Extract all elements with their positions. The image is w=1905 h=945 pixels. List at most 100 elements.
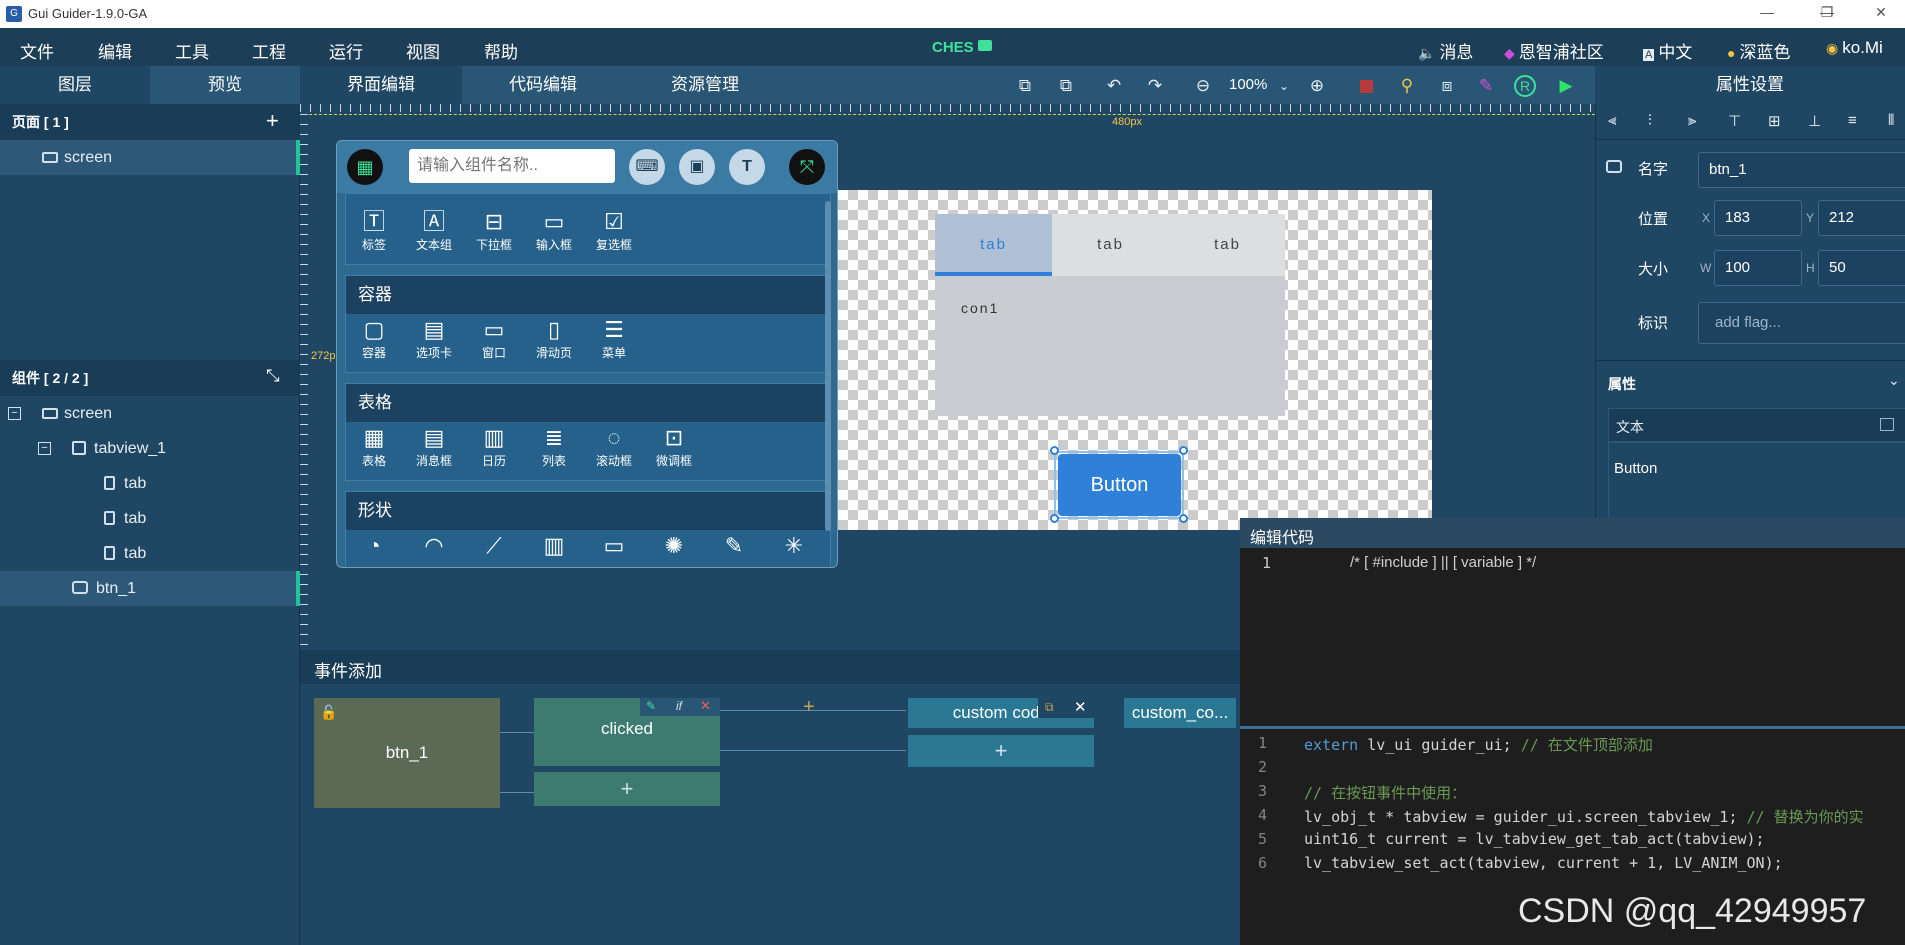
- resize-handle[interactable]: [1179, 446, 1188, 455]
- distribute-v-icon[interactable]: ⫴: [1888, 112, 1894, 129]
- tree-item-screen[interactable]: − screen: [0, 396, 300, 431]
- widget-label[interactable]: 🅃 标签: [346, 208, 402, 253]
- tab-label[interactable]: tab: [1052, 236, 1169, 253]
- palette-scrollbar[interactable]: [825, 201, 831, 531]
- widget-tileview[interactable]: ▯ 滑动页: [526, 316, 582, 361]
- code-line-1[interactable]: extern lv_ui guider_ui; // 在文件顶部添加: [1304, 734, 1653, 755]
- messages-menu[interactable]: 🔈 消息: [1418, 38, 1473, 63]
- tab-label[interactable]: tab: [1169, 236, 1286, 253]
- edit-icon[interactable]: ✎: [646, 699, 656, 713]
- minimize-icon[interactable]: —: [1752, 4, 1782, 24]
- widget-msgbox[interactable]: ▤ 消息框: [406, 424, 462, 469]
- resize-handle[interactable]: [1050, 514, 1059, 523]
- close-action-icon[interactable]: ✕: [1074, 698, 1087, 716]
- add-action-icon[interactable]: +: [803, 696, 815, 719]
- widget-meter[interactable]: ◔: [346, 532, 402, 560]
- widget-textarea[interactable]: 🄰 文本组: [406, 208, 462, 253]
- text-widget-icon[interactable]: T: [729, 149, 765, 185]
- widget-tabview[interactable]: ▤ 选项卡: [406, 316, 462, 361]
- widget-textfield[interactable]: ▭ 输入框: [526, 208, 582, 253]
- align-middle-icon[interactable]: ⊞: [1768, 112, 1781, 130]
- menu-run[interactable]: 运行: [329, 38, 363, 63]
- zoom-level[interactable]: 100%: [1229, 76, 1267, 93]
- code-line-5[interactable]: uint16_t current = lv_tabview_get_tab_ac…: [1304, 830, 1765, 848]
- tab-layers[interactable]: 图层: [0, 66, 150, 104]
- image-widget-icon[interactable]: ▣: [679, 149, 715, 185]
- community-menu[interactable]: ◆ 恩智浦社区: [1504, 38, 1604, 63]
- resize-handle[interactable]: [1179, 514, 1188, 523]
- zoom-out-icon[interactable]: ⊖: [1192, 75, 1214, 97]
- text-prop-area[interactable]: [1608, 442, 1905, 522]
- collapse-toggle-icon[interactable]: −: [8, 407, 21, 420]
- width-input[interactable]: 100: [1714, 250, 1802, 286]
- align-center-h-icon[interactable]: ⫶: [1648, 112, 1652, 129]
- tab-code-editor[interactable]: 代码编辑: [462, 66, 624, 104]
- menu-view[interactable]: 视图: [406, 38, 440, 63]
- widget-colorwheel[interactable]: ✎: [706, 532, 762, 560]
- collapse-toggle-icon[interactable]: −: [38, 442, 51, 455]
- align-right-icon[interactable]: ⫸: [1688, 112, 1696, 129]
- menu-project[interactable]: 工程: [252, 38, 286, 63]
- tree-item-tab-3[interactable]: tab: [0, 536, 300, 571]
- height-input[interactable]: 50: [1818, 250, 1905, 286]
- add-page-icon[interactable]: +: [266, 108, 279, 134]
- align-left-icon[interactable]: ⫷: [1608, 112, 1616, 129]
- distribute-icon[interactable]: ≡: [1848, 112, 1857, 129]
- language-menu[interactable]: A 中文: [1643, 38, 1692, 63]
- event-widget-node[interactable]: btn_1: [314, 698, 500, 808]
- add-trigger-button[interactable]: +: [534, 772, 720, 806]
- widget-line[interactable]: ⟋: [466, 532, 522, 560]
- editor-splitter[interactable]: [1240, 726, 1905, 729]
- tree-item-btn[interactable]: btn_1: [0, 571, 300, 606]
- unlock-icon[interactable]: 🔓: [320, 704, 337, 721]
- code-line-3[interactable]: // 在按钮事件中使用：: [1304, 782, 1466, 803]
- include-code-line[interactable]: /* [ #include ] || [ variable ] */: [1350, 554, 1536, 571]
- widget-search-input[interactable]: [409, 149, 615, 183]
- close-icon[interactable]: ✕: [1866, 4, 1896, 24]
- register-icon[interactable]: R: [1514, 75, 1536, 97]
- menu-tools[interactable]: 工具: [175, 38, 209, 63]
- tab-ui-editor[interactable]: 界面编辑: [300, 66, 462, 104]
- resize-handle[interactable]: [1050, 446, 1059, 455]
- add-action-button[interactable]: +: [908, 735, 1094, 767]
- wrench-icon[interactable]: ✎: [1475, 75, 1497, 97]
- align-top-icon[interactable]: ⊤: [1728, 112, 1741, 130]
- tab-resources[interactable]: 资源管理: [624, 66, 786, 104]
- widget-canvas[interactable]: ▭: [586, 532, 642, 560]
- tree-item-tabview[interactable]: − tabview_1: [0, 431, 300, 466]
- tree-item-tab-1[interactable]: tab: [0, 466, 300, 501]
- widget-arc[interactable]: ◠: [406, 532, 462, 560]
- stop-icon[interactable]: [1360, 80, 1373, 93]
- tab-preview[interactable]: 预览: [150, 66, 300, 104]
- chevron-down-icon[interactable]: ⌄: [1273, 75, 1295, 97]
- collapse-icon[interactable]: ⤡: [266, 366, 280, 386]
- code-gen-icon[interactable]: ⧈: [1436, 75, 1458, 97]
- action-node-2[interactable]: custom_co...: [1124, 698, 1236, 728]
- code-line-6[interactable]: lv_tabview_set_act(tabview, current + 1,…: [1304, 854, 1783, 872]
- widget-spinbox[interactable]: ⊡ 微调框: [646, 424, 702, 469]
- code-line-4[interactable]: lv_obj_t * tabview = guider_ui.screen_ta…: [1304, 806, 1904, 827]
- redo-icon[interactable]: ↷: [1144, 75, 1166, 97]
- copy-icon[interactable]: ⧉: [1045, 700, 1054, 715]
- widget-roller[interactable]: ◌ 滚动框: [586, 424, 642, 469]
- widget-calendar[interactable]: ▥ 日历: [466, 424, 522, 469]
- zoom-in-icon[interactable]: ⊕: [1306, 75, 1328, 97]
- widget-window[interactable]: ▭ 窗口: [466, 316, 522, 361]
- folder-icon[interactable]: [978, 40, 992, 51]
- if-icon[interactable]: if: [676, 699, 682, 713]
- widget-menu[interactable]: ☰ 菜单: [586, 316, 642, 361]
- widget-table[interactable]: ▦ 表格: [346, 424, 402, 469]
- menu-edit[interactable]: 编辑: [98, 38, 132, 63]
- button-widget-icon[interactable]: ⌨: [629, 149, 665, 185]
- widget-checkbox[interactable]: ☑ 复选框: [586, 208, 642, 253]
- widgets-grid-icon[interactable]: ▦: [347, 149, 383, 185]
- x-input[interactable]: 183: [1714, 200, 1802, 236]
- canvas-button[interactable]: Button: [1058, 454, 1181, 516]
- bring-front-icon[interactable]: ⧉: [1014, 75, 1036, 97]
- user-menu[interactable]: ◉ ko.Mi: [1826, 38, 1883, 58]
- widget-container[interactable]: ▢ 容器: [346, 316, 402, 361]
- send-back-icon[interactable]: ⧉: [1055, 75, 1077, 97]
- menu-help[interactable]: 帮助: [484, 38, 518, 63]
- tree-item-tab-2[interactable]: tab: [0, 501, 300, 536]
- delete-icon[interactable]: ✕: [700, 698, 711, 714]
